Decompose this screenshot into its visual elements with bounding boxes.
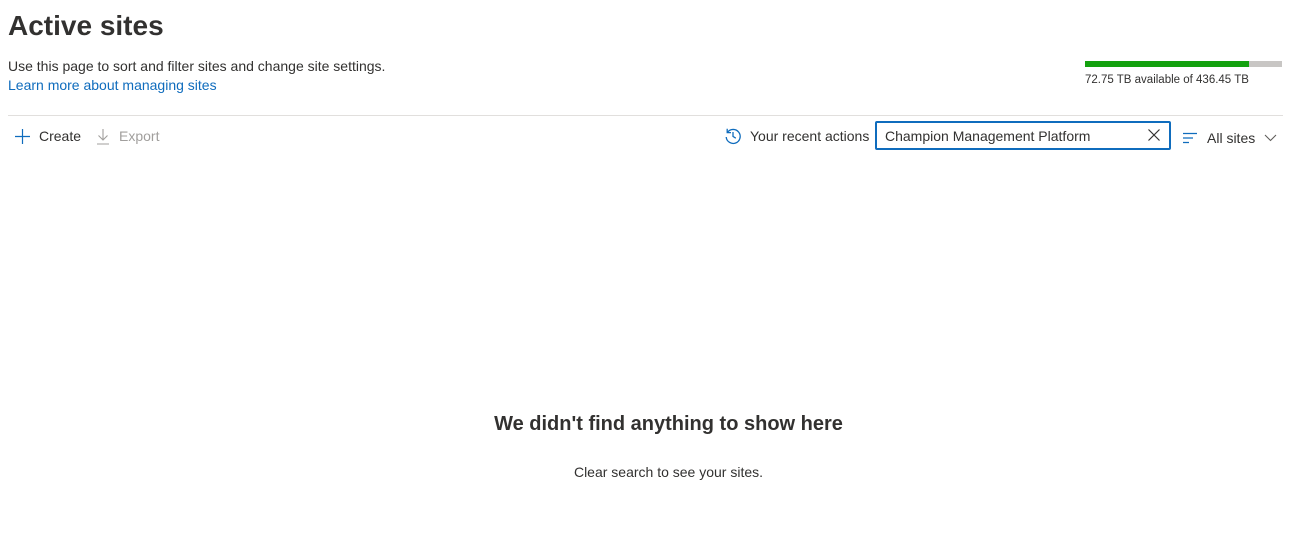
page-title: Active sites: [8, 10, 164, 41]
active-sites-page: Active sites Use this page to sort and f…: [0, 0, 1293, 554]
close-icon[interactable]: [1147, 128, 1161, 142]
search-input[interactable]: [877, 123, 1139, 148]
storage-text: 72.75 TB available of 436.45 TB: [1085, 74, 1249, 86]
storage-indicator: 72.75 TB available of 436.45 TB: [1085, 61, 1282, 86]
learn-more-link[interactable]: Learn more about managing sites: [8, 76, 217, 94]
header-divider: [8, 115, 1283, 116]
storage-bar: [1085, 61, 1282, 67]
storage-used-fill: [1085, 61, 1250, 67]
history-icon: [724, 127, 742, 145]
empty-state-title: We didn't find anything to show here: [494, 413, 843, 435]
create-label: Create: [39, 128, 82, 144]
export-label: Export: [119, 128, 160, 144]
export-button[interactable]: Export: [95, 124, 159, 148]
view-selector-label: All sites: [1207, 130, 1256, 146]
recent-actions-label: Your recent actions: [750, 128, 870, 144]
filter-lines-icon: [1182, 131, 1198, 145]
view-selector[interactable]: All sites: [1182, 126, 1277, 150]
create-button[interactable]: Create: [14, 124, 81, 148]
download-arrow-icon: [95, 128, 111, 145]
search-box: [875, 121, 1171, 150]
page-description: Use this page to sort and filter sites a…: [8, 58, 386, 74]
chevron-down-icon: [1264, 134, 1277, 142]
plus-icon: [14, 128, 31, 145]
recent-actions-button[interactable]: Your recent actions: [724, 124, 869, 148]
empty-state-subtitle: Clear search to see your sites.: [573, 464, 764, 480]
